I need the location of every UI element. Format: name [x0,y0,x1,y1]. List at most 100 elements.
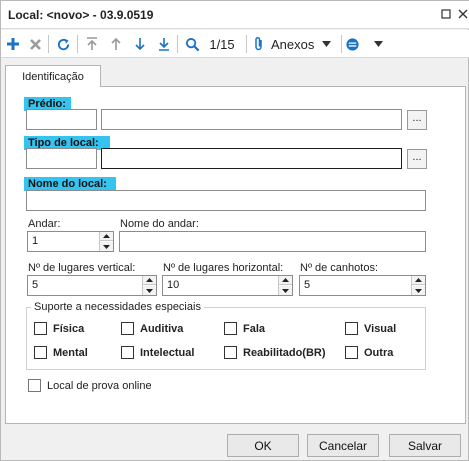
lugares-vertical-stepper[interactable]: 5 [27,275,157,296]
tab-identificacao[interactable]: Identificação [5,65,101,87]
suporte-groupbox [26,307,426,370]
checkbox-auditiva[interactable]: Auditiva [121,322,183,335]
lugares-horizontal-label: Nº de lugares horizontal: [163,262,284,274]
stepper-up-button[interactable] [412,276,425,285]
checkbox-box[interactable] [345,346,358,359]
checkbox-box[interactable] [121,322,134,335]
options-menu-button[interactable] [345,34,387,54]
stepper-arrows [142,276,156,295]
delete-button[interactable] [26,34,44,54]
lugares-horizontal-value: 10 [167,279,180,291]
toolbar-separator [341,35,342,53]
triangle-up-icon [103,234,110,238]
ok-button[interactable]: OK [227,434,299,457]
stepper-down-button[interactable] [412,286,425,295]
checkbox-mental[interactable]: Mental [34,346,88,359]
toolbar-separator [48,35,49,53]
chevron-down-icon [374,41,383,47]
refresh-button[interactable] [53,34,73,54]
dialog-window: Local: <novo> - 03.9.0519 1/15 Anexos Id… [0,0,469,461]
tipo-local-name-field[interactable] [101,148,402,169]
plus-icon [7,38,19,50]
stepper-down-button[interactable] [143,286,156,295]
checkbox-label: Física [53,322,85,335]
record-position: 1/15 [209,36,235,52]
attachments-label: Anexos [271,36,315,52]
arrow-up-icon [111,37,121,50]
search-button[interactable] [182,34,202,54]
checkbox-label: Visual [364,322,397,335]
canhotos-label: Nº de canhotos: [300,262,379,274]
close-button[interactable] [454,5,469,23]
predio-code-field[interactable] [26,109,97,130]
stepper-up-button[interactable] [100,232,113,241]
checkbox-intelectual[interactable]: Intelectual [121,346,194,359]
stepper-arrows [411,276,425,295]
add-button[interactable] [4,34,22,54]
x-icon [29,38,41,50]
checkbox-outra[interactable]: Outra [345,346,393,359]
checkbox-prova-online[interactable]: Local de prova online [28,379,152,392]
next-record-button[interactable] [131,34,149,54]
canhotos-value: 5 [304,279,311,291]
checkbox-box[interactable] [34,322,47,335]
triangle-down-icon [415,288,422,293]
nome-andar-label: Nome do andar: [120,218,199,230]
nome-andar-field[interactable] [119,231,426,252]
canhotos-stepper[interactable]: 5 [299,275,426,296]
maximize-button[interactable] [437,5,455,23]
checkbox-box[interactable] [34,346,47,359]
nome-local-field[interactable] [26,190,426,211]
first-record-button[interactable] [83,34,101,54]
predio-lookup-button[interactable]: ... [407,110,427,130]
stepper-down-button[interactable] [279,286,292,295]
checkbox-label: Reabilitado(BR) [243,346,326,359]
stepper-up-button[interactable] [143,276,156,285]
last-record-button[interactable] [155,34,173,54]
save-button[interactable]: Salvar [389,434,461,457]
tipo-local-lookup-button[interactable]: ... [407,149,427,169]
toolbar-separator [77,35,78,53]
checkbox-box[interactable] [224,346,237,359]
checkbox-label: Intelectual [140,346,195,359]
lugares-vertical-label: Nº de lugares vertical: [28,262,136,274]
triangle-down-icon [282,288,289,293]
arrow-to-top-icon [87,37,97,50]
arrow-down-icon [135,38,145,51]
checkbox-reabilitado[interactable]: Reabilitado(BR) [224,346,326,359]
checkbox-box[interactable] [224,322,237,335]
checkbox-label: Auditiva [140,322,184,335]
chevron-down-icon [322,41,332,47]
stepper-arrows [99,232,113,251]
andar-label: Andar: [28,218,61,230]
toolbar-separator [177,35,178,53]
checkbox-fala[interactable]: Fala [224,322,265,335]
checkbox-box[interactable] [121,346,134,359]
attachments-button[interactable]: Anexos [253,34,339,54]
checkbox-label: Outra [364,346,394,359]
andar-stepper[interactable]: 1 [27,231,114,252]
suporte-group-title: Suporte a necessidades especiais [31,301,204,313]
refresh-icon [57,38,69,50]
title-bar: Local: <novo> - 03.9.0519 [1,1,469,29]
stepper-down-button[interactable] [100,242,113,251]
triangle-down-icon [146,288,153,293]
nome-local-label: Nome do local: [24,177,116,191]
checkbox-fisica[interactable]: Física [34,322,84,335]
arrow-to-bottom-icon [159,38,169,51]
previous-record-button[interactable] [107,34,125,54]
checkbox-box[interactable] [28,379,41,392]
checkbox-label: Mental [53,346,88,359]
lugares-horizontal-stepper[interactable]: 10 [162,275,293,296]
cancel-button[interactable]: Cancelar [307,434,379,457]
checkbox-box[interactable] [345,322,358,335]
window-title: Local: <novo> - 03.9.0519 [8,8,154,22]
triangle-up-icon [282,278,289,282]
checkbox-label: Fala [243,322,266,335]
toolbar-separator [246,35,247,53]
checkbox-visual[interactable]: Visual [345,322,396,335]
tipo-local-code-field[interactable] [26,148,97,169]
stepper-up-button[interactable] [279,276,292,285]
toolbar: 1/15 Anexos [1,30,469,58]
predio-name-field[interactable] [101,109,402,130]
